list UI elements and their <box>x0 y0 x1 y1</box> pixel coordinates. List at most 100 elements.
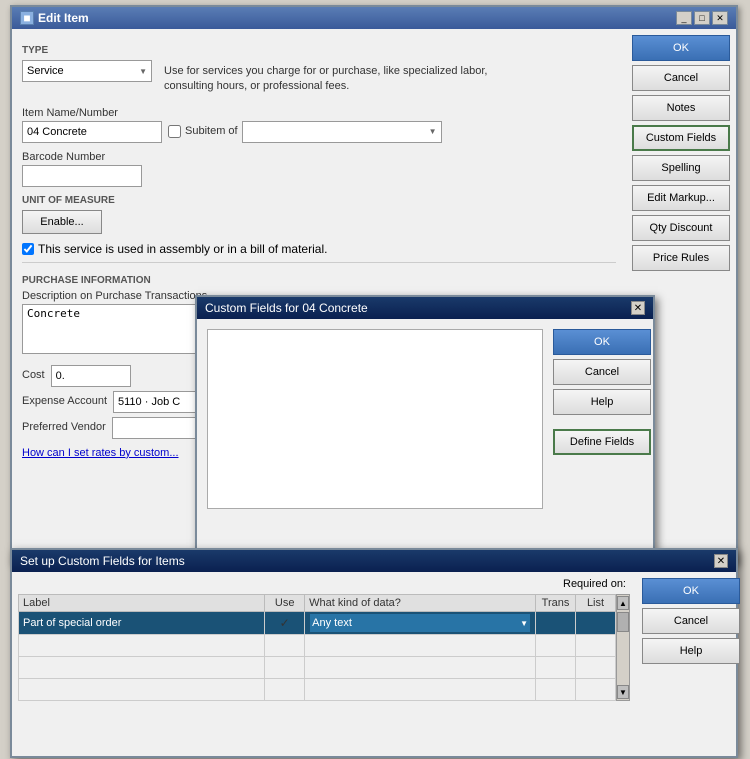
type-dropdown[interactable]: Service ▼ <box>22 60 152 82</box>
row1-trans-cell <box>536 612 576 635</box>
purchase-desc-input[interactable]: Concrete <box>22 304 222 354</box>
row1-dropdown-arrow-icon: ▼ <box>520 619 528 628</box>
title-bar-left: ■ Edit Item <box>20 11 89 25</box>
table-row-2 <box>19 635 616 657</box>
minimize-button[interactable]: _ <box>676 11 692 25</box>
table-row-3 <box>19 657 616 679</box>
item-name-group: Item Name/Number <box>22 107 162 143</box>
scrollbar-down-icon[interactable]: ▼ <box>617 685 629 699</box>
cf-title-bar: Custom Fields for 04 Concrete ✕ <box>197 297 653 319</box>
subitem-arrow-icon: ▼ <box>429 127 437 136</box>
close-button[interactable]: ✕ <box>712 11 728 25</box>
assembly-label: This service is used in assembly or in a… <box>38 242 327 256</box>
col-list-header: List <box>576 595 616 612</box>
cf-left-area <box>207 329 543 509</box>
subitem-label: Subitem of <box>185 125 238 137</box>
cf-dialog-title: Custom Fields for 04 Concrete <box>205 301 368 315</box>
cf-cancel-button[interactable]: Cancel <box>553 359 651 385</box>
cf-table-area <box>207 329 543 509</box>
cf-define-fields-button[interactable]: Define Fields <box>553 429 651 455</box>
scrollbar-thumb[interactable] <box>617 612 629 632</box>
type-label: TYPE <box>22 45 616 56</box>
vendor-label: Preferred Vendor <box>22 421 106 433</box>
item-name-input[interactable] <box>22 121 162 143</box>
barcode-section: Barcode Number <box>22 151 616 187</box>
cf-help-button[interactable]: Help <box>553 389 651 415</box>
row3-trans-cell <box>536 657 576 679</box>
cf-content: OK Cancel Help Define Fields <box>197 319 653 519</box>
type-value: Service <box>27 65 64 77</box>
table-row-4 <box>19 679 616 701</box>
ok-button[interactable]: OK <box>632 35 730 61</box>
rates-link[interactable]: How can I set rates by custom... <box>22 447 179 459</box>
cf-close-button[interactable]: ✕ <box>631 301 645 315</box>
row1-label: Part of special order <box>23 617 121 629</box>
row3-data-cell <box>305 657 536 679</box>
maximize-button[interactable]: □ <box>694 11 710 25</box>
barcode-input[interactable] <box>22 165 142 187</box>
setup-table: Label Use What kind of data? Trans List … <box>18 594 616 701</box>
price-rules-button[interactable]: Price Rules <box>632 245 730 271</box>
row1-data-cell: Any text ▼ <box>305 612 536 635</box>
scrollbar-track[interactable]: ▲ ▼ <box>616 594 630 701</box>
setup-close-button[interactable]: ✕ <box>714 554 728 568</box>
table-header-row: Label Use What kind of data? Trans List <box>19 595 616 612</box>
row1-list-cell <box>576 612 616 635</box>
col-trans-header: Trans <box>536 595 576 612</box>
col-label-header: Label <box>19 595 265 612</box>
spelling-button[interactable]: Spelling <box>632 155 730 181</box>
edit-markup-button[interactable]: Edit Markup... <box>632 185 730 211</box>
setup-table-container: Label Use What kind of data? Trans List … <box>18 594 630 701</box>
purchase-label: PURCHASE INFORMATION <box>22 275 616 286</box>
row4-label-cell <box>19 679 265 701</box>
setup-help-button[interactable]: Help <box>642 638 740 664</box>
main-title-bar: ■ Edit Item _ □ ✕ <box>12 7 736 29</box>
row2-trans-cell <box>536 635 576 657</box>
unit-measure-section: UNIT OF MEASURE Enable... <box>22 195 616 234</box>
cf-ok-button[interactable]: OK <box>553 329 651 355</box>
item-name-label: Item Name/Number <box>22 107 162 119</box>
title-controls: _ □ ✕ <box>676 11 728 25</box>
cf-right-buttons: OK Cancel Help Define Fields <box>553 329 643 509</box>
custom-fields-dialog: Custom Fields for 04 Concrete ✕ OK Cance… <box>195 295 655 550</box>
col-data-header: What kind of data? <box>305 595 536 612</box>
setup-content-area: Required on: Label Use What kind of data… <box>12 572 736 756</box>
row2-label-cell <box>19 635 265 657</box>
setup-cancel-button[interactable]: Cancel <box>642 608 740 634</box>
row2-use-cell <box>265 635 305 657</box>
assembly-row: This service is used in assembly or in a… <box>22 242 616 256</box>
setup-left-panel: Required on: Label Use What kind of data… <box>12 572 636 756</box>
row4-data-cell <box>305 679 536 701</box>
cancel-button[interactable]: Cancel <box>632 65 730 91</box>
subitem-checkbox[interactable] <box>168 125 181 138</box>
row3-list-cell <box>576 657 616 679</box>
setup-right-buttons: OK Cancel Help <box>636 572 736 756</box>
table-row[interactable]: Part of special order ✓ Any text ▼ <box>19 612 616 635</box>
notes-button[interactable]: Notes <box>632 95 730 121</box>
assembly-checkbox[interactable] <box>22 243 34 255</box>
setup-window-title: Set up Custom Fields for Items <box>20 554 185 568</box>
cost-input[interactable] <box>51 365 131 387</box>
row4-use-cell <box>265 679 305 701</box>
row1-checkmark: ✓ <box>280 616 290 630</box>
barcode-label: Barcode Number <box>22 151 616 163</box>
row4-trans-cell <box>536 679 576 701</box>
enable-button[interactable]: Enable... <box>22 210 102 234</box>
row3-label-cell <box>19 657 265 679</box>
row3-use-cell <box>265 657 305 679</box>
row1-data-dropdown[interactable]: Any text ▼ <box>309 613 531 633</box>
main-window-title: Edit Item <box>38 11 89 25</box>
row1-data-value: Any text <box>312 617 352 629</box>
row4-list-cell <box>576 679 616 701</box>
scrollbar-up-icon[interactable]: ▲ <box>617 596 629 610</box>
col-use-header: Use <box>265 595 305 612</box>
type-info: Use for services you charge for or purch… <box>160 60 530 99</box>
row1-use-cell: ✓ <box>265 612 305 635</box>
setup-ok-button[interactable]: OK <box>642 578 740 604</box>
qty-discount-button[interactable]: Qty Discount <box>632 215 730 241</box>
custom-fields-button[interactable]: Custom Fields <box>632 125 730 151</box>
required-label: Required on: <box>563 578 630 590</box>
subitem-dropdown[interactable]: ▼ <box>242 121 442 143</box>
window-icon: ■ <box>20 11 34 25</box>
type-arrow-icon: ▼ <box>139 67 147 76</box>
